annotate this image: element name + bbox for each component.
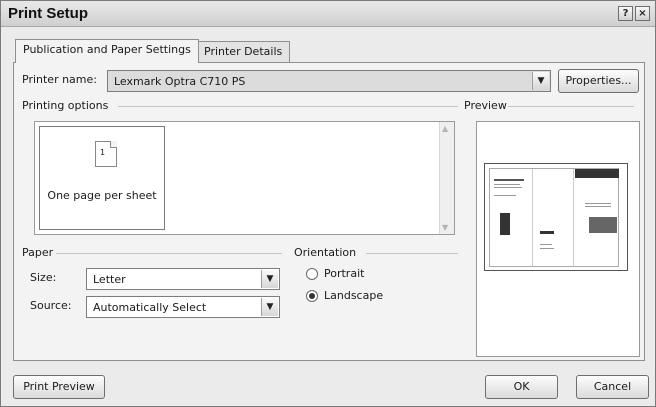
settings-panel: Printer name: Lexmark Optra C710 PS ▼ Pr… (13, 62, 645, 361)
paper-divider (56, 253, 282, 254)
tab-label: Publication and Paper Settings (23, 43, 191, 56)
close-button[interactable]: × (635, 6, 650, 21)
ok-button[interactable]: OK (485, 375, 558, 399)
landscape-radio[interactable] (306, 290, 318, 302)
properties-button-label: Properties... (565, 74, 632, 87)
tab-printer-details[interactable]: Printer Details (196, 41, 291, 62)
printing-options-divider (118, 106, 458, 107)
radio-selected-dot (309, 293, 315, 299)
title-bar[interactable]: Print Setup ? × (1, 1, 655, 27)
chevron-down-icon[interactable]: ▼ (261, 298, 278, 316)
cancel-button-label: Cancel (593, 380, 632, 393)
orientation-label: Orientation (294, 246, 357, 259)
portrait-radio[interactable] (306, 268, 318, 280)
print-preview-button-label: Print Preview (23, 380, 95, 393)
one-page-per-sheet-option[interactable]: 1 One page per sheet (39, 126, 165, 230)
tab-label: Printer Details (204, 45, 283, 58)
one-page-per-sheet-label: One page per sheet (47, 189, 157, 202)
orientation-divider (366, 253, 458, 254)
chevron-down-icon[interactable]: ▼ (532, 72, 549, 90)
printing-options-label: Printing options (22, 99, 109, 112)
help-button[interactable]: ? (618, 6, 633, 21)
close-icon: × (638, 8, 647, 19)
preview-pane (476, 121, 640, 357)
arrow-down-icon[interactable]: ▼ (442, 223, 448, 232)
portrait-label[interactable]: Portrait (324, 267, 364, 280)
size-value: Letter (93, 273, 126, 286)
page-icon: 1 (95, 141, 117, 167)
print-preview-button[interactable]: Print Preview (13, 375, 105, 399)
printer-name-value: Lexmark Optra C710 PS (114, 75, 246, 88)
print-setup-dialog: Print Setup ? × Publication and Paper Se… (0, 0, 656, 407)
preview-sheet (484, 163, 628, 271)
preview-divider (508, 106, 634, 107)
printer-name-label: Printer name: (22, 73, 97, 86)
options-scrollbar[interactable]: ▲ ▼ (439, 122, 454, 234)
chevron-down-icon[interactable]: ▼ (261, 270, 278, 288)
help-icon: ? (622, 8, 629, 19)
preview-label: Preview (464, 99, 507, 112)
properties-button[interactable]: Properties... (558, 69, 639, 93)
source-value: Automatically Select (93, 301, 207, 314)
source-dropdown[interactable]: Automatically Select ▼ (86, 296, 280, 318)
landscape-label[interactable]: Landscape (324, 289, 383, 302)
size-label: Size: (30, 271, 57, 284)
printer-name-dropdown[interactable]: Lexmark Optra C710 PS ▼ (107, 70, 551, 92)
ok-button-label: OK (513, 380, 530, 393)
arrow-up-icon[interactable]: ▲ (442, 124, 448, 133)
paper-label: Paper (22, 246, 54, 259)
source-label: Source: (30, 299, 72, 312)
tab-publication-and-paper-settings[interactable]: Publication and Paper Settings (15, 39, 199, 63)
size-dropdown[interactable]: Letter ▼ (86, 268, 280, 290)
cancel-button[interactable]: Cancel (576, 375, 649, 399)
page-number: 1 (100, 148, 106, 157)
window-title: Print Setup (8, 5, 89, 22)
printing-options-list[interactable]: 1 One page per sheet ▲ ▼ (34, 121, 455, 235)
